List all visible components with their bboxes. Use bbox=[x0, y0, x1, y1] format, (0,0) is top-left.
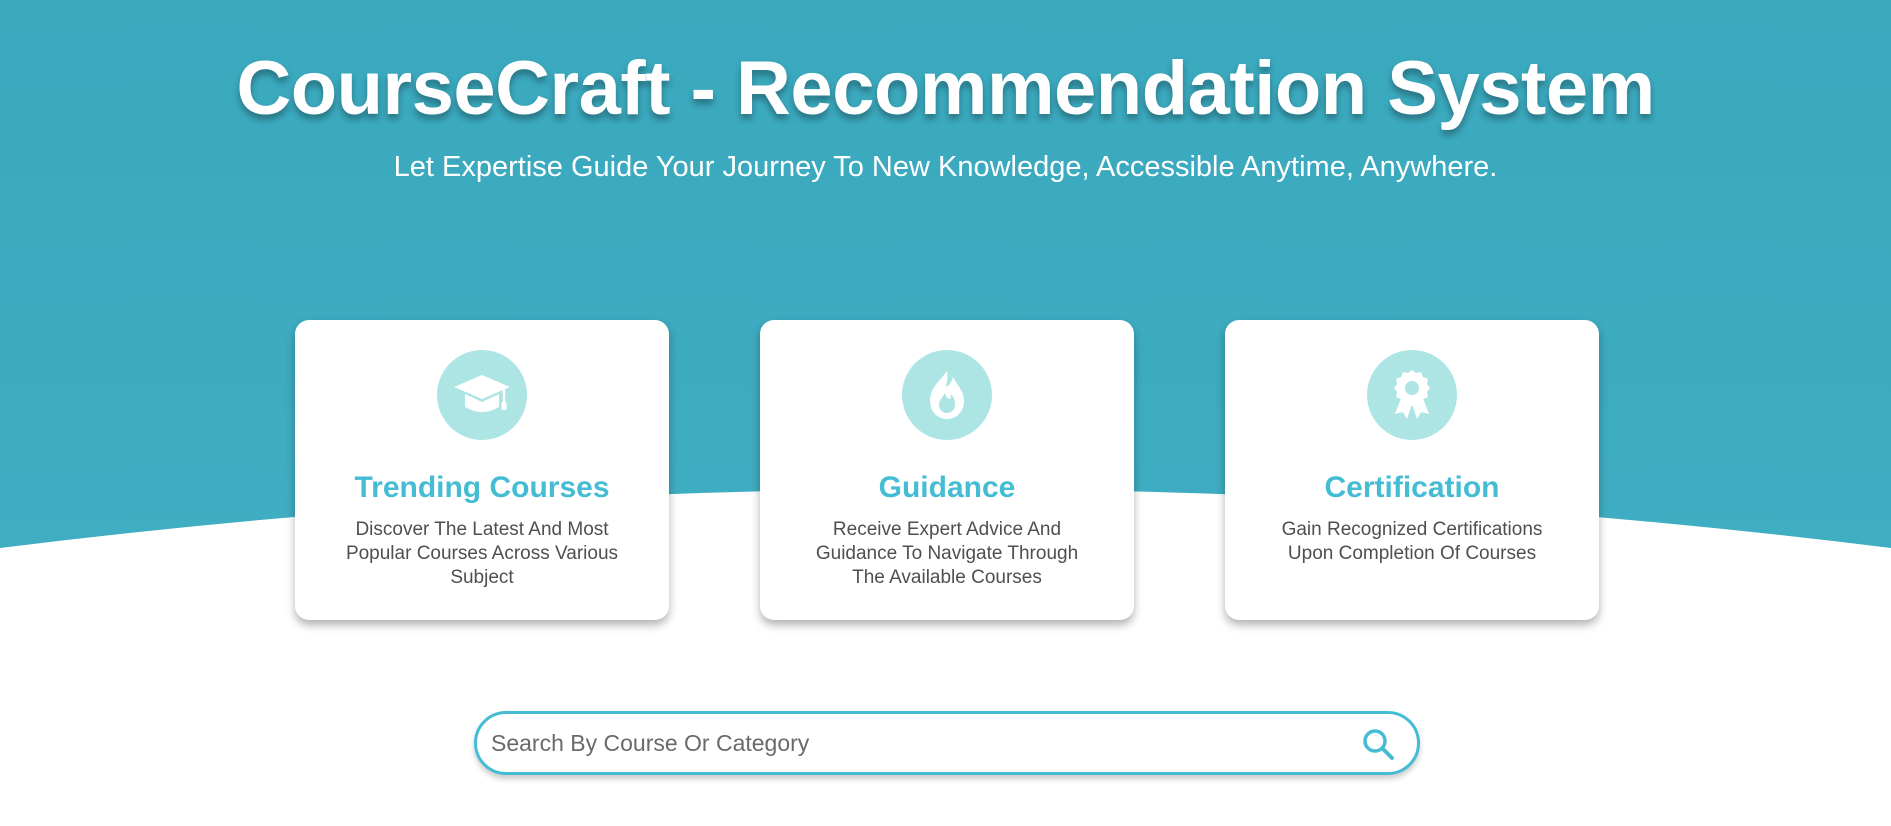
award-icon bbox=[1367, 350, 1457, 440]
search-button[interactable] bbox=[1359, 725, 1397, 763]
feature-title: Certification bbox=[1324, 471, 1500, 504]
feature-card-guidance[interactable]: Guidance Receive Expert Advice And Guida… bbox=[760, 320, 1134, 620]
feature-description: Discover The Latest And Most Popular Cou… bbox=[345, 519, 619, 588]
feature-description: Gain Recognized Certifications Upon Comp… bbox=[1281, 519, 1543, 564]
page-subtitle: Let Expertise Guide Your Journey To New … bbox=[393, 151, 1498, 183]
feature-title: Trending Courses bbox=[354, 471, 610, 504]
feature-title: Guidance bbox=[878, 471, 1016, 504]
fire-icon bbox=[902, 350, 992, 440]
feature-card-certification[interactable]: Certification Gain Recognized Certificat… bbox=[1225, 320, 1599, 620]
page-title: CourseCraft - Recommendation System bbox=[236, 46, 1655, 131]
feature-description: Receive Expert Advice And Guidance To Na… bbox=[815, 519, 1079, 588]
graduation-cap-icon bbox=[437, 350, 527, 440]
search-icon bbox=[1363, 729, 1394, 760]
page: CourseCraft - Recommendation System Let … bbox=[0, 0, 1891, 826]
feature-card-trending-courses[interactable]: Trending Courses Discover The Latest And… bbox=[295, 320, 669, 620]
search-input[interactable] bbox=[491, 722, 1311, 764]
search-bar bbox=[474, 711, 1420, 775]
